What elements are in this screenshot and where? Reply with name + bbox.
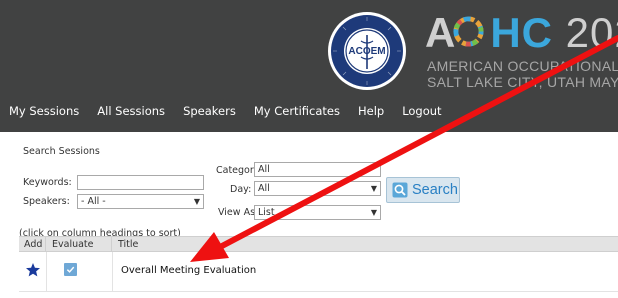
nav-all-sessions[interactable]: All Sessions bbox=[97, 101, 165, 121]
table-header: Add Evaluate Title bbox=[19, 236, 618, 252]
keywords-label: Keywords: bbox=[23, 177, 72, 188]
day-select[interactable]: All ▼ bbox=[254, 181, 381, 196]
site-header: ACOEM AHC 2022 AMERICAN OCCUPATIONAL HE … bbox=[0, 0, 618, 132]
table-row: Overall Meeting Evaluation bbox=[19, 252, 618, 292]
nav-logout[interactable]: Logout bbox=[402, 101, 441, 121]
search-section-title: Search Sessions bbox=[23, 146, 100, 157]
conference-logo[interactable]: AHC 2022 AMERICAN OCCUPATIONAL HE SALT L… bbox=[425, 10, 618, 94]
conference-subtitle: AMERICAN OCCUPATIONAL HE bbox=[427, 58, 618, 74]
chevron-down-icon: ▼ bbox=[193, 197, 200, 206]
acoem-seal-logo[interactable]: ACOEM bbox=[327, 11, 407, 91]
keywords-input[interactable] bbox=[77, 175, 204, 190]
conference-location: SALT LAKE CITY, UTAH MAY 1 - bbox=[427, 74, 618, 90]
speakers-label: Speakers: bbox=[23, 196, 70, 207]
column-header-evaluate[interactable]: Evaluate bbox=[46, 237, 112, 252]
day-select-value: All bbox=[258, 183, 270, 194]
view-as-select[interactable]: List ▼ bbox=[254, 205, 381, 220]
nav-speakers[interactable]: Speakers bbox=[183, 101, 236, 121]
search-button-label: Search bbox=[412, 182, 458, 198]
column-divider bbox=[46, 252, 47, 292]
column-header-title[interactable]: Title bbox=[112, 237, 412, 252]
main-nav: My Sessions All Sessions Speakers My Cer… bbox=[0, 101, 449, 121]
chevron-down-icon: ▼ bbox=[370, 208, 377, 217]
view-as-select-value: List bbox=[258, 207, 275, 218]
seal-text: ACOEM bbox=[348, 46, 385, 57]
view-as-label: View As: bbox=[218, 207, 259, 218]
chevron-down-icon: ▼ bbox=[370, 184, 377, 193]
evaluate-checkbox[interactable] bbox=[64, 263, 77, 276]
search-button[interactable]: Search bbox=[386, 177, 460, 203]
checkbox-icon bbox=[66, 266, 75, 273]
nav-help[interactable]: Help bbox=[358, 101, 384, 121]
day-label: Day: bbox=[230, 184, 252, 195]
category-field[interactable]: All bbox=[254, 162, 381, 177]
star-icon[interactable] bbox=[25, 262, 41, 278]
magnifier-icon bbox=[392, 182, 408, 198]
nav-my-certificates[interactable]: My Certificates bbox=[254, 101, 340, 121]
colored-ring-icon bbox=[453, 16, 484, 47]
nav-my-sessions[interactable]: My Sessions bbox=[9, 101, 79, 121]
title-year: 2022 bbox=[565, 10, 618, 56]
session-title[interactable]: Overall Meeting Evaluation bbox=[121, 265, 256, 276]
title-hc: HC bbox=[490, 10, 554, 56]
column-divider bbox=[112, 252, 113, 292]
speakers-select[interactable]: - All - ▼ bbox=[77, 194, 204, 209]
speakers-select-value: - All - bbox=[81, 196, 106, 207]
column-header-add[interactable]: Add bbox=[19, 237, 46, 252]
